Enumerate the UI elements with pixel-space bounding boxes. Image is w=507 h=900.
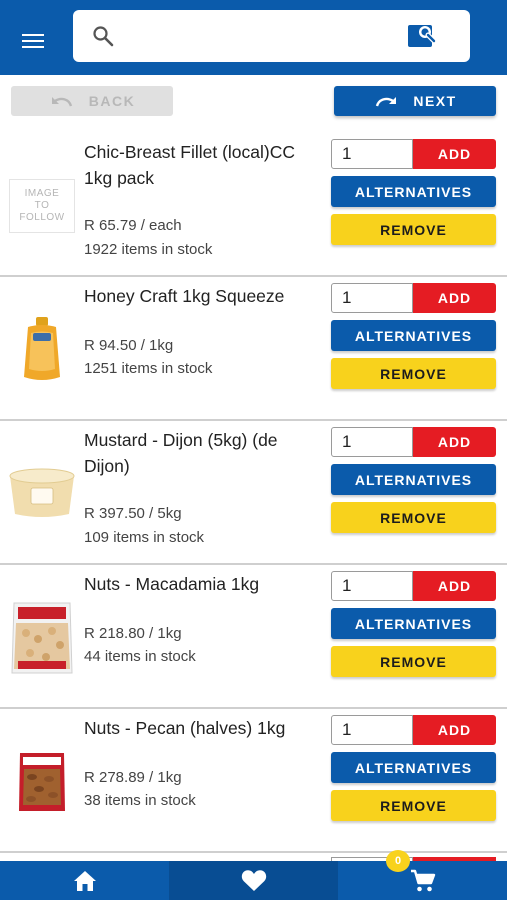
macadamia-bag-image — [11, 602, 73, 674]
top-app-bar — [0, 0, 507, 75]
remove-button[interactable]: REMOVE — [331, 790, 496, 821]
product-image — [9, 461, 75, 527]
product-stock: 44 items in stock — [84, 648, 196, 665]
undo-icon — [51, 97, 72, 107]
alternatives-button[interactable]: ALTERNATIVES — [331, 464, 496, 495]
product-name[interactable]: Chic-Breast Fillet (local)CC 1kg pack — [84, 139, 326, 191]
product-row: Nuts - Macadamia 1kg R 218.80 / 1kg 44 i… — [0, 565, 507, 709]
product-name[interactable]: Nuts - Pecan (halves) 1kg — [84, 715, 326, 741]
product-image — [9, 749, 75, 815]
add-button[interactable]: ADD — [413, 571, 496, 601]
placeholder-line: FOLLOW — [19, 212, 65, 223]
placeholder-line: TO — [34, 200, 50, 211]
quantity-input[interactable] — [331, 715, 413, 745]
product-row: Nuts - Pecan (halves) 1kg R 278.89 / 1kg… — [0, 709, 507, 853]
placeholder-line: IMAGE — [24, 188, 60, 199]
add-button[interactable]: ADD — [413, 283, 496, 313]
remove-button[interactable]: REMOVE — [331, 214, 496, 245]
pagination-row: BACK NEXT — [0, 85, 507, 117]
barcode-scan-icon[interactable] — [407, 22, 437, 50]
add-button[interactable]: ADD — [413, 139, 496, 169]
product-row: IMAGE TO FOLLOW Chic-Breast Fillet (loca… — [0, 133, 507, 277]
alternatives-button[interactable]: ALTERNATIVES — [331, 752, 496, 783]
cart-count-badge: 0 — [386, 850, 410, 872]
product-name[interactable]: Honey Craft 1kg Squeeze — [84, 283, 326, 309]
product-price: R 278.89 / 1kg — [84, 769, 182, 786]
next-button[interactable]: NEXT — [334, 86, 496, 116]
product-list: IMAGE TO FOLLOW Chic-Breast Fillet (loca… — [0, 133, 507, 861]
cart-icon — [410, 869, 435, 891]
search-bar[interactable] — [73, 10, 470, 62]
remove-button[interactable]: REMOVE — [331, 358, 496, 389]
product-row: Mustard - Dijon (5kg) (de Dijon) R 397.5… — [0, 421, 507, 565]
tab-cart[interactable] — [338, 861, 507, 900]
product-image: IMAGE TO FOLLOW — [9, 173, 75, 239]
product-price: R 218.80 / 1kg — [84, 625, 182, 642]
alternatives-button[interactable]: ALTERNATIVES — [331, 176, 496, 207]
home-icon — [73, 870, 96, 891]
quantity-input[interactable] — [331, 571, 413, 601]
add-button[interactable]: ADD — [413, 427, 496, 457]
product-image — [9, 602, 75, 674]
add-button[interactable]: ADD — [413, 715, 496, 745]
quantity-input[interactable] — [331, 427, 413, 457]
redo-icon — [376, 97, 397, 107]
tab-favourites[interactable] — [169, 861, 338, 900]
product-stock: 38 items in stock — [84, 792, 196, 809]
honey-bottle-image — [24, 317, 60, 380]
product-stock: 109 items in stock — [84, 529, 205, 546]
product-stock: 1251 items in stock — [84, 360, 213, 377]
back-button[interactable]: BACK — [11, 86, 173, 116]
image-to-follow-placeholder: IMAGE TO FOLLOW — [9, 179, 75, 233]
alternatives-button[interactable]: ALTERNATIVES — [331, 608, 496, 639]
next-label: NEXT — [413, 93, 457, 109]
heart-icon — [241, 870, 266, 891]
product-image — [9, 317, 75, 383]
remove-button[interactable]: REMOVE — [331, 502, 496, 533]
quantity-input[interactable] — [331, 139, 413, 169]
bottom-navigation — [0, 861, 507, 900]
tab-home[interactable] — [0, 861, 169, 900]
product-price: R 94.50 / 1kg — [84, 337, 174, 354]
search-input[interactable] — [125, 20, 395, 52]
product-price: R 397.50 / 5kg — [84, 505, 182, 522]
search-icon — [93, 26, 114, 47]
back-label: BACK — [88, 93, 136, 109]
pecan-bag-image — [19, 753, 65, 811]
product-name[interactable]: Nuts - Macadamia 1kg — [84, 571, 326, 597]
quantity-input[interactable] — [331, 283, 413, 313]
alternatives-button[interactable]: ALTERNATIVES — [331, 320, 496, 351]
product-price: R 65.79 / each — [84, 217, 182, 234]
product-name[interactable]: Mustard - Dijon (5kg) (de Dijon) — [84, 427, 326, 479]
remove-button[interactable]: REMOVE — [331, 646, 496, 677]
menu-icon[interactable] — [22, 30, 50, 52]
mustard-tub-image — [9, 468, 75, 517]
app-root: BACK NEXT IMAGE TO FOLLOW Chic-Breast Fi… — [0, 0, 507, 900]
product-row: Honey Craft 1kg Squeeze R 94.50 / 1kg 12… — [0, 277, 507, 421]
product-stock: 1922 items in stock — [84, 241, 213, 258]
